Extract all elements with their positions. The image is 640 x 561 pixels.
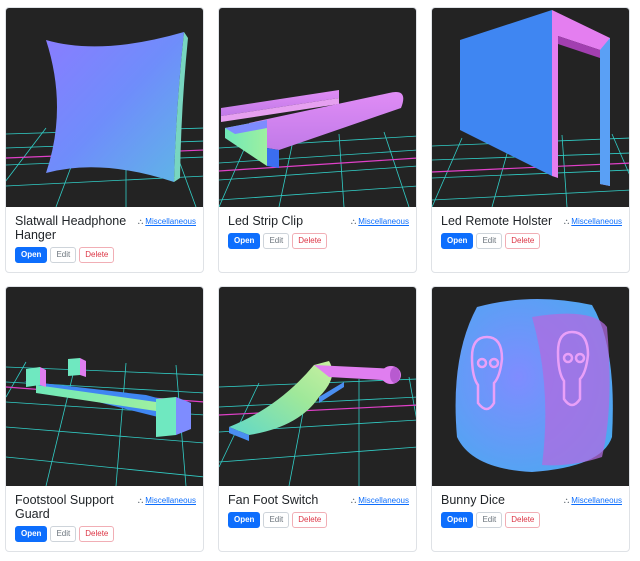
category-tag: ⛬ Miscellaneous [564,217,622,227]
model-render-image [432,10,629,207]
model-title: Footstool Support Guard [15,493,114,521]
category-tag: ⛬ Miscellaneous [138,217,196,227]
open-button[interactable]: Open [15,526,48,542]
open-button[interactable]: Open [228,233,261,249]
model-render-image [6,358,203,486]
model-title: Led Remote Holster [441,214,553,228]
category-link[interactable]: Miscellaneous [145,217,196,227]
model-card: Slatwall Headphone Hanger ⛬ Miscellaneou… [5,7,204,273]
model-card: Footstool Support Guard ⛬ Miscellaneous … [5,286,204,552]
edit-button[interactable]: Edit [263,512,290,528]
model-preview[interactable] [219,8,416,207]
model-preview[interactable] [219,287,416,486]
delete-button[interactable]: Delete [292,233,328,249]
three-circles-icon: ⛬ [563,217,570,226]
edit-button[interactable]: Edit [50,526,77,542]
model-render-image [455,298,613,472]
delete-button[interactable]: Delete [79,247,115,263]
three-circles-icon: ⛬ [563,496,570,505]
model-title: Fan Foot Switch [228,493,319,507]
model-preview[interactable] [432,287,629,486]
three-circles-icon: ⛬ [137,496,144,505]
open-button[interactable]: Open [228,512,261,528]
category-tag: ⛬ Miscellaneous [138,496,196,506]
edit-button[interactable]: Edit [476,233,503,249]
open-button[interactable]: Open [441,512,474,528]
card-actions: Open Edit Delete [228,233,328,249]
three-circles-icon: ⛬ [350,496,357,505]
card-actions: Open Edit Delete [15,247,115,263]
three-circles-icon: ⛬ [137,217,144,226]
card-actions: Open Edit Delete [15,526,115,542]
model-title: Led Strip Clip [228,214,304,228]
three-circles-icon: ⛬ [350,217,357,226]
model-card: Led Remote Holster ⛬ Miscellaneous Open … [431,7,630,273]
model-card: Bunny Dice ⛬ Miscellaneous Open Edit Del… [431,286,630,552]
model-title: Slatwall Headphone Hanger [15,214,127,242]
model-preview[interactable] [6,287,203,486]
category-tag: ⛬ Miscellaneous [564,496,622,506]
edit-button[interactable]: Edit [476,512,503,528]
card-actions: Open Edit Delete [228,512,328,528]
delete-button[interactable]: Delete [292,512,328,528]
category-tag: ⛬ Miscellaneous [351,496,409,506]
card-actions: Open Edit Delete [441,512,541,528]
model-preview[interactable] [432,8,629,207]
model-render-image [219,90,416,207]
delete-button[interactable]: Delete [505,512,541,528]
category-link[interactable]: Miscellaneous [571,217,622,227]
category-link[interactable]: Miscellaneous [145,496,196,506]
open-button[interactable]: Open [441,233,474,249]
model-preview[interactable] [6,8,203,207]
model-title: Bunny Dice [441,493,505,507]
category-tag: ⛬ Miscellaneous [351,217,409,227]
model-card: Led Strip Clip ⛬ Miscellaneous Open Edit… [218,7,417,273]
category-link[interactable]: Miscellaneous [358,496,409,506]
category-link[interactable]: Miscellaneous [358,217,409,227]
card-actions: Open Edit Delete [441,233,541,249]
edit-button[interactable]: Edit [263,233,290,249]
model-render-image [219,361,416,486]
delete-button[interactable]: Delete [79,526,115,542]
edit-button[interactable]: Edit [50,247,77,263]
open-button[interactable]: Open [15,247,48,263]
category-link[interactable]: Miscellaneous [571,496,622,506]
model-render-image [6,32,203,207]
model-card: Fan Foot Switch ⛬ Miscellaneous Open Edi… [218,286,417,552]
delete-button[interactable]: Delete [505,233,541,249]
